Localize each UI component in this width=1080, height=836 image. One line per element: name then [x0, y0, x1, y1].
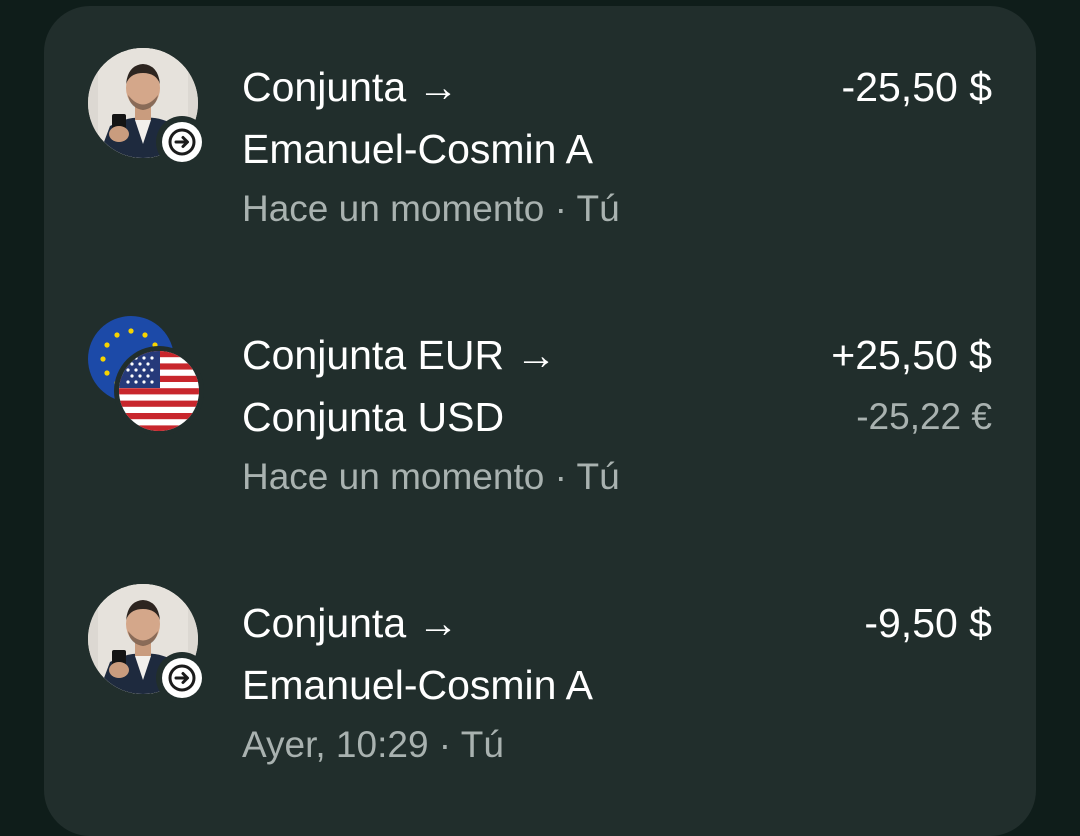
transfer-avatar — [88, 48, 212, 172]
transaction-title-line1: Conjunta → — [242, 64, 459, 110]
transaction-title-line1: Conjunta → — [242, 600, 459, 646]
transaction-title-line2: Conjunta USD — [242, 394, 505, 440]
transaction-details: Conjunta → Emanuel-Cosmin A Hace un mome… — [242, 56, 620, 238]
transaction-title-line2: Emanuel-Cosmin A — [242, 126, 593, 172]
transaction-amount: +25,50 $ — [831, 332, 992, 378]
transaction-meta: Hace un momento · Tú — [242, 456, 620, 497]
transaction-row[interactable]: Conjunta → Emanuel-Cosmin A Hace un mome… — [44, 6, 1036, 229]
transaction-amount: -25,50 $ — [841, 64, 992, 110]
arrow-right-icon — [156, 652, 208, 704]
transaction-title-line2: Emanuel-Cosmin A — [242, 662, 593, 708]
transactions-card: Conjunta → Emanuel-Cosmin A Hace un mome… — [44, 6, 1036, 836]
transaction-details: Conjunta EUR → Conjunta USD Hace un mome… — [242, 324, 620, 506]
arrow-right-icon — [156, 116, 208, 168]
transaction-row[interactable]: Conjunta → Emanuel-Cosmin A Ayer, 10:29 … — [44, 542, 1036, 765]
transaction-meta: Ayer, 10:29 · Tú — [242, 724, 504, 765]
transaction-details: Conjunta → Emanuel-Cosmin A Ayer, 10:29 … — [242, 592, 593, 774]
us-flag-icon — [114, 346, 204, 436]
transfer-avatar — [88, 584, 212, 708]
transaction-amount-secondary: -25,22 € — [856, 396, 992, 437]
transaction-row[interactable]: Conjunta EUR → Conjunta USD Hace un mome… — [44, 274, 1036, 497]
transaction-amount: -9,50 $ — [864, 600, 992, 646]
currency-exchange-avatar — [88, 316, 212, 440]
transaction-meta: Hace un momento · Tú — [242, 188, 620, 229]
transaction-title-line1: Conjunta EUR → — [242, 332, 557, 378]
